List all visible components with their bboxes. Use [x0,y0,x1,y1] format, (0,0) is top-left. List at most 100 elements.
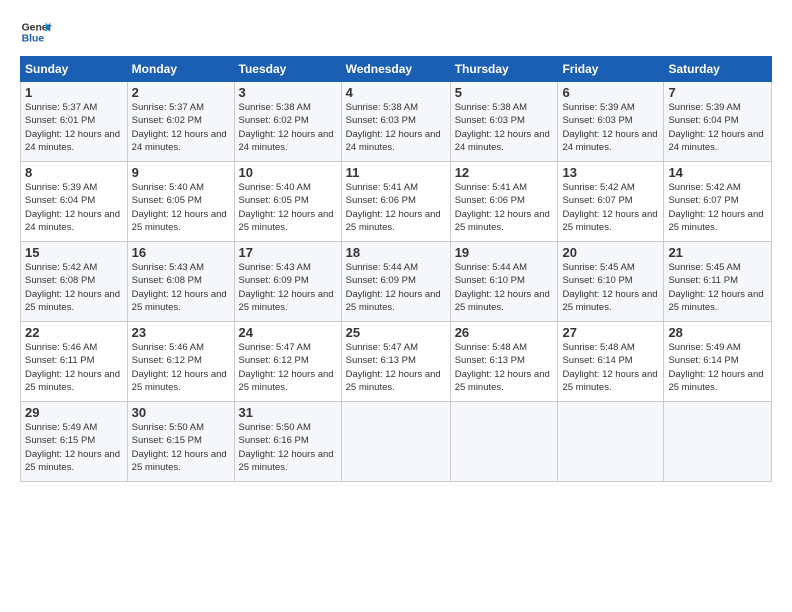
day-info: Sunrise: 5:48 AM Sunset: 6:14 PM Dayligh… [562,341,659,394]
day-header-friday: Friday [558,57,664,82]
calendar-cell [664,402,772,482]
day-info: Sunrise: 5:40 AM Sunset: 6:05 PM Dayligh… [239,181,337,234]
day-number: 1 [25,85,123,100]
day-info: Sunrise: 5:50 AM Sunset: 6:15 PM Dayligh… [132,421,230,474]
day-header-saturday: Saturday [664,57,772,82]
day-info: Sunrise: 5:42 AM Sunset: 6:07 PM Dayligh… [668,181,767,234]
day-number: 22 [25,325,123,340]
day-number: 16 [132,245,230,260]
day-info: Sunrise: 5:43 AM Sunset: 6:08 PM Dayligh… [132,261,230,314]
day-number: 15 [25,245,123,260]
day-number: 6 [562,85,659,100]
day-number: 19 [455,245,554,260]
calendar-cell: 19 Sunrise: 5:44 AM Sunset: 6:10 PM Dayl… [450,242,558,322]
day-info: Sunrise: 5:37 AM Sunset: 6:02 PM Dayligh… [132,101,230,154]
calendar-cell: 26 Sunrise: 5:48 AM Sunset: 6:13 PM Dayl… [450,322,558,402]
day-number: 10 [239,165,337,180]
day-info: Sunrise: 5:38 AM Sunset: 6:03 PM Dayligh… [455,101,554,154]
day-number: 14 [668,165,767,180]
svg-text:Blue: Blue [22,34,45,45]
day-info: Sunrise: 5:46 AM Sunset: 6:12 PM Dayligh… [132,341,230,394]
calendar-cell [558,402,664,482]
day-number: 3 [239,85,337,100]
day-number: 8 [25,165,123,180]
calendar-table: SundayMondayTuesdayWednesdayThursdayFrid… [20,56,772,482]
day-number: 2 [132,85,230,100]
day-info: Sunrise: 5:49 AM Sunset: 6:15 PM Dayligh… [25,421,123,474]
day-info: Sunrise: 5:47 AM Sunset: 6:13 PM Dayligh… [346,341,446,394]
day-number: 9 [132,165,230,180]
day-info: Sunrise: 5:48 AM Sunset: 6:13 PM Dayligh… [455,341,554,394]
day-number: 12 [455,165,554,180]
calendar-cell: 11 Sunrise: 5:41 AM Sunset: 6:06 PM Dayl… [341,162,450,242]
day-number: 11 [346,165,446,180]
day-info: Sunrise: 5:39 AM Sunset: 6:04 PM Dayligh… [25,181,123,234]
day-info: Sunrise: 5:42 AM Sunset: 6:08 PM Dayligh… [25,261,123,314]
day-info: Sunrise: 5:41 AM Sunset: 6:06 PM Dayligh… [346,181,446,234]
week-row-5: 29 Sunrise: 5:49 AM Sunset: 6:15 PM Dayl… [21,402,772,482]
calendar-cell: 31 Sunrise: 5:50 AM Sunset: 6:16 PM Dayl… [234,402,341,482]
day-info: Sunrise: 5:39 AM Sunset: 6:03 PM Dayligh… [562,101,659,154]
calendar-cell: 16 Sunrise: 5:43 AM Sunset: 6:08 PM Dayl… [127,242,234,322]
day-info: Sunrise: 5:43 AM Sunset: 6:09 PM Dayligh… [239,261,337,314]
page: General Blue SundayMondayTuesdayWednesda… [0,0,792,492]
day-info: Sunrise: 5:44 AM Sunset: 6:10 PM Dayligh… [455,261,554,314]
week-row-1: 1 Sunrise: 5:37 AM Sunset: 6:01 PM Dayli… [21,82,772,162]
day-number: 23 [132,325,230,340]
day-header-tuesday: Tuesday [234,57,341,82]
day-header-sunday: Sunday [21,57,128,82]
day-number: 21 [668,245,767,260]
day-info: Sunrise: 5:49 AM Sunset: 6:14 PM Dayligh… [668,341,767,394]
day-info: Sunrise: 5:38 AM Sunset: 6:03 PM Dayligh… [346,101,446,154]
day-info: Sunrise: 5:42 AM Sunset: 6:07 PM Dayligh… [562,181,659,234]
calendar-cell: 25 Sunrise: 5:47 AM Sunset: 6:13 PM Dayl… [341,322,450,402]
calendar-cell: 13 Sunrise: 5:42 AM Sunset: 6:07 PM Dayl… [558,162,664,242]
week-row-4: 22 Sunrise: 5:46 AM Sunset: 6:11 PM Dayl… [21,322,772,402]
week-row-3: 15 Sunrise: 5:42 AM Sunset: 6:08 PM Dayl… [21,242,772,322]
day-info: Sunrise: 5:44 AM Sunset: 6:09 PM Dayligh… [346,261,446,314]
calendar-cell: 1 Sunrise: 5:37 AM Sunset: 6:01 PM Dayli… [21,82,128,162]
day-number: 18 [346,245,446,260]
calendar-cell: 18 Sunrise: 5:44 AM Sunset: 6:09 PM Dayl… [341,242,450,322]
calendar-cell: 12 Sunrise: 5:41 AM Sunset: 6:06 PM Dayl… [450,162,558,242]
calendar-cell [450,402,558,482]
calendar-cell: 29 Sunrise: 5:49 AM Sunset: 6:15 PM Dayl… [21,402,128,482]
day-info: Sunrise: 5:45 AM Sunset: 6:10 PM Dayligh… [562,261,659,314]
day-info: Sunrise: 5:50 AM Sunset: 6:16 PM Dayligh… [239,421,337,474]
day-number: 29 [25,405,123,420]
day-info: Sunrise: 5:46 AM Sunset: 6:11 PM Dayligh… [25,341,123,394]
day-info: Sunrise: 5:39 AM Sunset: 6:04 PM Dayligh… [668,101,767,154]
calendar-cell: 10 Sunrise: 5:40 AM Sunset: 6:05 PM Dayl… [234,162,341,242]
calendar-cell: 15 Sunrise: 5:42 AM Sunset: 6:08 PM Dayl… [21,242,128,322]
calendar-cell: 28 Sunrise: 5:49 AM Sunset: 6:14 PM Dayl… [664,322,772,402]
day-number: 31 [239,405,337,420]
logo-icon: General Blue [20,16,52,48]
calendar-cell: 17 Sunrise: 5:43 AM Sunset: 6:09 PM Dayl… [234,242,341,322]
day-info: Sunrise: 5:47 AM Sunset: 6:12 PM Dayligh… [239,341,337,394]
day-number: 26 [455,325,554,340]
calendar-cell: 14 Sunrise: 5:42 AM Sunset: 6:07 PM Dayl… [664,162,772,242]
day-header-wednesday: Wednesday [341,57,450,82]
calendar-cell: 20 Sunrise: 5:45 AM Sunset: 6:10 PM Dayl… [558,242,664,322]
calendar-cell: 21 Sunrise: 5:45 AM Sunset: 6:11 PM Dayl… [664,242,772,322]
calendar-cell: 7 Sunrise: 5:39 AM Sunset: 6:04 PM Dayli… [664,82,772,162]
day-number: 30 [132,405,230,420]
calendar-cell: 4 Sunrise: 5:38 AM Sunset: 6:03 PM Dayli… [341,82,450,162]
calendar-cell: 8 Sunrise: 5:39 AM Sunset: 6:04 PM Dayli… [21,162,128,242]
calendar-cell: 9 Sunrise: 5:40 AM Sunset: 6:05 PM Dayli… [127,162,234,242]
calendar-cell [341,402,450,482]
day-number: 4 [346,85,446,100]
day-number: 27 [562,325,659,340]
day-number: 25 [346,325,446,340]
day-number: 24 [239,325,337,340]
header-row: SundayMondayTuesdayWednesdayThursdayFrid… [21,57,772,82]
day-number: 5 [455,85,554,100]
day-number: 17 [239,245,337,260]
calendar-cell: 2 Sunrise: 5:37 AM Sunset: 6:02 PM Dayli… [127,82,234,162]
day-number: 20 [562,245,659,260]
day-number: 7 [668,85,767,100]
day-info: Sunrise: 5:38 AM Sunset: 6:02 PM Dayligh… [239,101,337,154]
calendar-cell: 5 Sunrise: 5:38 AM Sunset: 6:03 PM Dayli… [450,82,558,162]
day-number: 28 [668,325,767,340]
day-info: Sunrise: 5:37 AM Sunset: 6:01 PM Dayligh… [25,101,123,154]
